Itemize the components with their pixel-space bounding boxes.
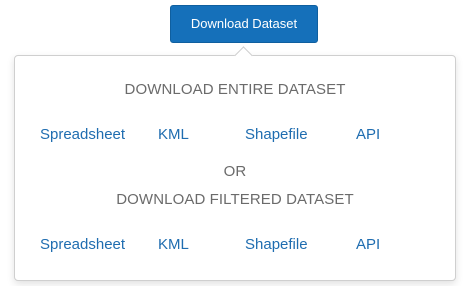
filtered-dataset-links: Spreadsheet KML Shapefile API (15, 236, 455, 256)
or-separator: OR (223, 163, 247, 180)
download-options-popover: DOWNLOAD ENTIRE DATASET Spreadsheet KML … (14, 55, 456, 281)
entire-spreadsheet-link[interactable]: Spreadsheet (40, 126, 125, 143)
entire-api-link[interactable]: API (356, 126, 380, 143)
entire-kml-link[interactable]: KML (158, 126, 189, 143)
filtered-api-link[interactable]: API (356, 236, 380, 253)
download-dataset-button[interactable]: Download Dataset (170, 5, 318, 43)
entire-dataset-links: Spreadsheet KML Shapefile API (15, 126, 455, 146)
filtered-shapefile-link[interactable]: Shapefile (245, 236, 308, 253)
download-widget: Download Dataset DOWNLOAD ENTIRE DATASET… (0, 0, 468, 286)
download-entire-heading: DOWNLOAD ENTIRE DATASET (124, 81, 346, 98)
download-filtered-heading: DOWNLOAD FILTERED DATASET (116, 191, 354, 208)
entire-shapefile-link[interactable]: Shapefile (245, 126, 308, 143)
filtered-kml-link[interactable]: KML (158, 236, 189, 253)
filtered-spreadsheet-link[interactable]: Spreadsheet (40, 236, 125, 253)
